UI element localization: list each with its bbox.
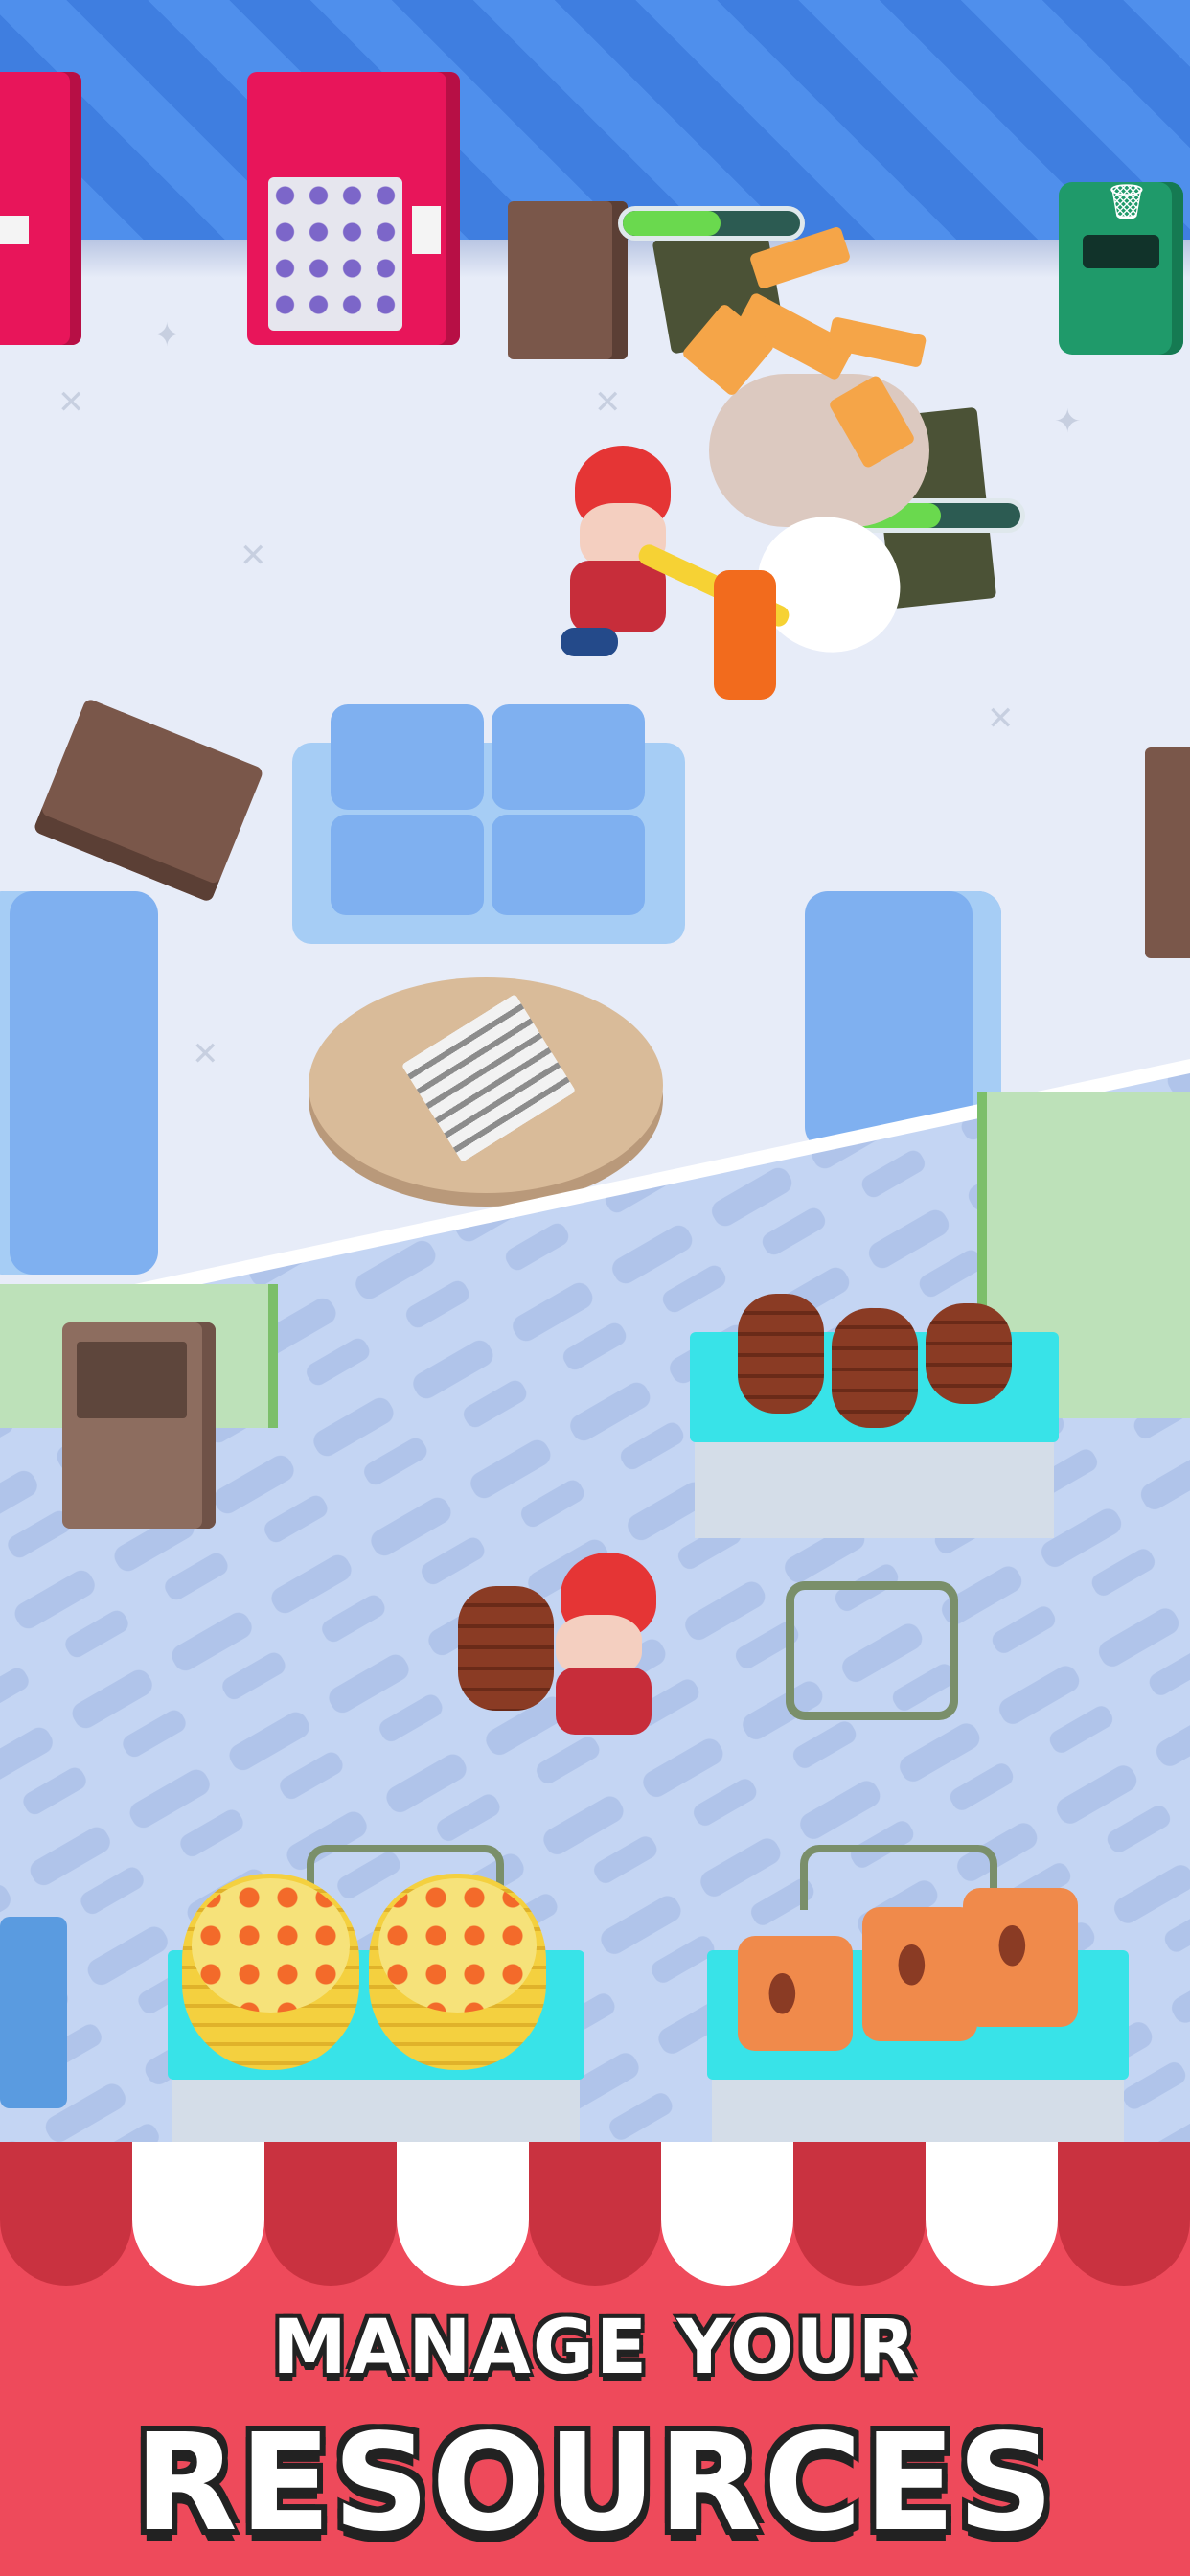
player-body [556,1668,652,1735]
awning-stripe [661,2142,793,2286]
burger-patty-stack[interactable] [926,1303,1012,1404]
coffee-bag[interactable]: ⬮ [738,1936,853,2051]
awning-stripe [529,2142,661,2286]
coffee-bean-icon: ⬮ [996,1917,1028,1974]
burger-counter-shadow [695,1442,1054,1538]
pizza-top [378,1878,537,2012]
pizza-counter-shadow [172,2080,580,2142]
pizza-stack[interactable] [182,1874,359,2070]
coffee-bean-icon: ⬮ [767,1965,798,2022]
banner-title-line1: MANAGE YOUR [272,2305,918,2391]
awning-stripe [926,2142,1058,2286]
pizza-stack[interactable] [369,1874,546,2070]
chair[interactable] [0,1917,67,2108]
burger-patty-stack[interactable] [738,1294,824,1414]
burger-patty-stack[interactable] [832,1308,918,1428]
coffee-bag[interactable]: ⬮ [862,1907,977,2041]
coffee-bag[interactable]: ⬮ [963,1888,1078,2027]
carried-patty-stack [458,1586,554,1711]
storage-bin[interactable] [62,1322,216,1529]
awning-stripe [0,2142,132,2286]
awning-stripe [793,2142,926,2286]
pizza-top [192,1878,350,2012]
awning-stripe [1058,2142,1190,2286]
awning-stripe [397,2142,529,2286]
bin-opening [77,1342,187,1418]
drop-zone[interactable] [786,1581,958,1720]
coffee-counter-shadow [712,2080,1124,2142]
banner-title-line2: RESOURCES [134,2405,1056,2562]
awning-stripe [132,2142,264,2286]
awning-stripe [264,2142,397,2286]
coffee-bean-icon: ⬮ [896,1936,927,1993]
